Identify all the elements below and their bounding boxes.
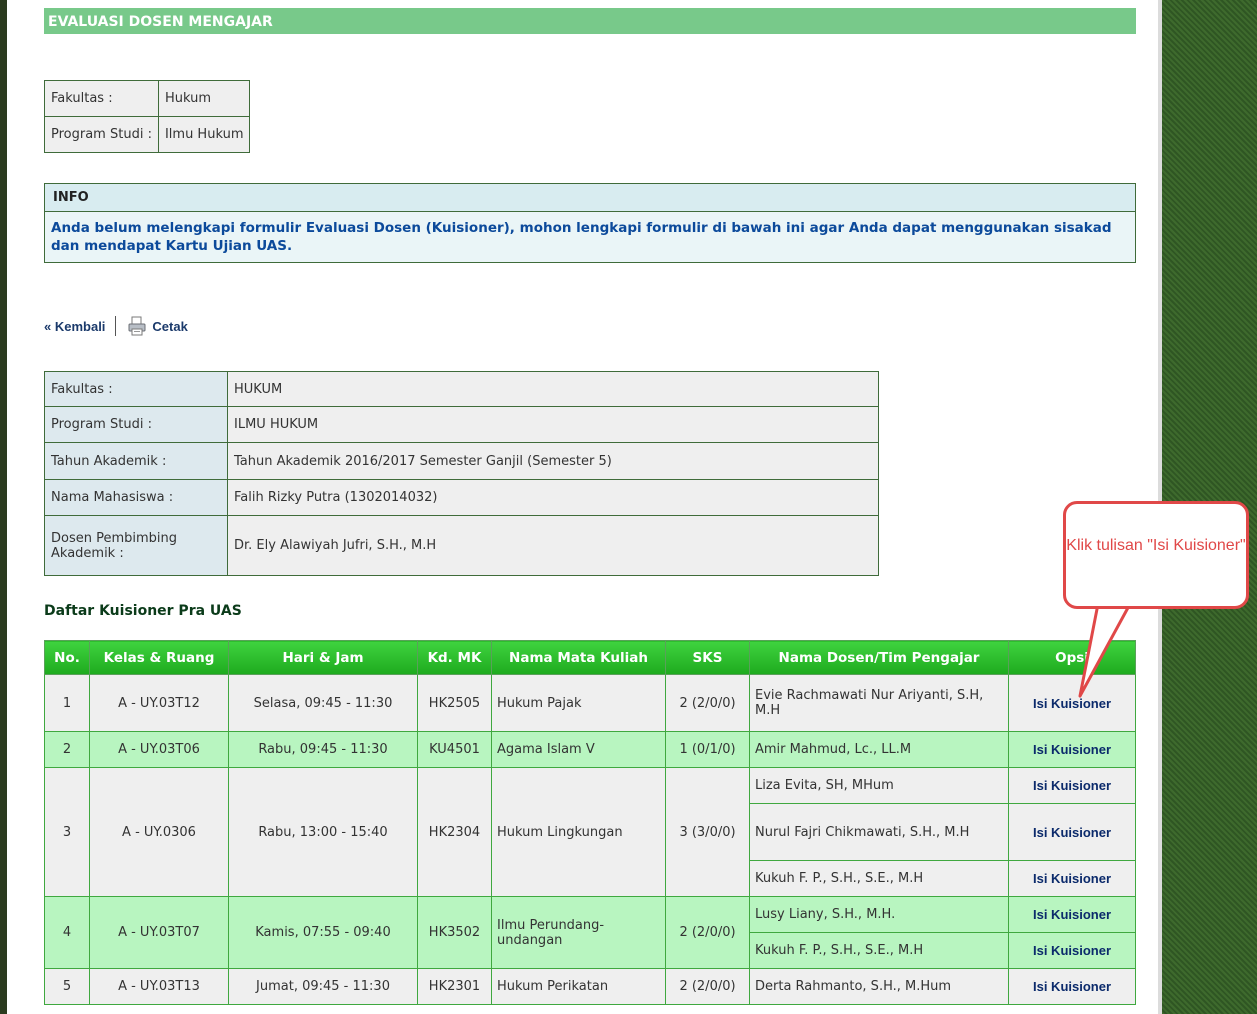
cell-sks: 2 (2/0/0) bbox=[665, 674, 750, 732]
cell-sks: 2 (2/0/0) bbox=[665, 896, 750, 969]
cell-mk: Hukum Pajak bbox=[491, 674, 666, 732]
detail-nama-value: Falih Rizky Putra (1302014032) bbox=[227, 479, 879, 516]
cell-kd: KU4501 bbox=[417, 731, 492, 768]
table-row: 5 A - UY.03T13 Jumat, 09:45 - 11:30 HK23… bbox=[44, 968, 1136, 1005]
cell-mk: Ilmu Perundang-undangan bbox=[491, 896, 666, 969]
cell-hari: Kamis, 07:55 - 09:40 bbox=[228, 896, 418, 969]
cell-sks: 2 (2/0/0) bbox=[665, 968, 750, 1005]
detail-prodi-label: Program Studi : bbox=[44, 406, 228, 443]
questionnaire-table: No. Kelas & Ruang Hari & Jam Kd. MK Nama… bbox=[44, 640, 1136, 1005]
cell-dosen: Amir Mahmud, Lc., LL.M bbox=[749, 731, 1009, 768]
isi-kuisioner-link[interactable]: Isi Kuisioner bbox=[1008, 968, 1136, 1005]
cell-mk: Hukum Perikatan bbox=[491, 968, 666, 1005]
cell-kd: HK2301 bbox=[417, 968, 492, 1005]
col-kd: Kd. MK bbox=[417, 640, 492, 675]
table-row: 1 A - UY.03T12 Selasa, 09:45 - 11:30 HK2… bbox=[44, 674, 1136, 732]
cell-hari: Selasa, 09:45 - 11:30 bbox=[228, 674, 418, 732]
cell-dosen: Derta Rahmanto, S.H., M.Hum bbox=[749, 968, 1009, 1005]
cell-kelas: A - UY.03T07 bbox=[89, 896, 229, 969]
info-message: Anda belum melengkapi formulir Evaluasi … bbox=[45, 212, 1135, 262]
col-dosen: Nama Dosen/Tim Pengajar bbox=[749, 640, 1009, 675]
student-detail-table: Fakultas : HUKUM Program Studi : ILMU HU… bbox=[44, 371, 879, 576]
cell-no: 4 bbox=[44, 896, 90, 969]
detail-nama-label: Nama Mahasiswa : bbox=[44, 479, 228, 516]
cell-dosen: Lusy Liany, S.H., M.H. bbox=[749, 896, 1009, 933]
table-row: 2 A - UY.03T06 Rabu, 09:45 - 11:30 KU450… bbox=[44, 731, 1136, 768]
print-link[interactable]: Cetak bbox=[152, 319, 187, 334]
left-border bbox=[0, 0, 7, 1014]
page-title: EVALUASI DOSEN MENGAJAR bbox=[44, 8, 1136, 34]
nav-links: « Kembali Cetak bbox=[44, 314, 188, 338]
fakultas-label: Fakultas : bbox=[44, 80, 159, 117]
cell-hari: Jumat, 09:45 - 11:30 bbox=[228, 968, 418, 1005]
instruction-callout: Klik tulisan "Isi Kuisioner" bbox=[1063, 501, 1249, 609]
isi-kuisioner-link[interactable]: Isi Kuisioner bbox=[1008, 731, 1136, 768]
list-title: Daftar Kuisioner Pra UAS bbox=[44, 603, 242, 619]
cell-kelas: A - UY.0306 bbox=[89, 767, 229, 897]
cell-kd: HK2304 bbox=[417, 767, 492, 897]
detail-dosen-value: Dr. Ely Alawiyah Jufri, S.H., M.H bbox=[227, 515, 879, 576]
cell-no: 2 bbox=[44, 731, 90, 768]
isi-kuisioner-link[interactable]: Isi Kuisioner bbox=[1008, 803, 1136, 861]
info-box: INFO Anda belum melengkapi formulir Eval… bbox=[44, 183, 1136, 263]
col-kelas: Kelas & Ruang bbox=[89, 640, 229, 675]
back-link[interactable]: « Kembali bbox=[44, 319, 105, 334]
prodi-value: Ilmu Hukum bbox=[157, 116, 251, 153]
col-sks: SKS bbox=[665, 640, 750, 675]
cell-kelas: A - UY.03T13 bbox=[89, 968, 229, 1005]
col-mk: Nama Mata Kuliah bbox=[491, 640, 666, 675]
cell-no: 3 bbox=[44, 767, 90, 897]
cell-sks: 3 (3/0/0) bbox=[665, 767, 750, 897]
cell-hari: Rabu, 09:45 - 11:30 bbox=[228, 731, 418, 768]
cell-mk: Agama Islam V bbox=[491, 731, 666, 768]
cell-kd: HK2505 bbox=[417, 674, 492, 732]
detail-fakultas-label: Fakultas : bbox=[44, 371, 228, 407]
cell-kelas: A - UY.03T12 bbox=[89, 674, 229, 732]
cell-dosen: Liza Evita, SH, MHum bbox=[749, 767, 1009, 804]
fakultas-value: Hukum bbox=[157, 80, 251, 117]
table-row: 4 A - UY.03T07 Kamis, 07:55 - 09:40 HK35… bbox=[44, 896, 1136, 969]
cell-kd: HK3502 bbox=[417, 896, 492, 969]
prodi-label: Program Studi : bbox=[44, 116, 159, 153]
isi-kuisioner-link[interactable]: Isi Kuisioner bbox=[1008, 896, 1136, 933]
detail-fakultas-value: HUKUM bbox=[227, 371, 879, 407]
detail-tahun-label: Tahun Akademik : bbox=[44, 442, 228, 480]
faculty-info-table: Fakultas : Hukum Program Studi : Ilmu Hu… bbox=[44, 80, 251, 153]
isi-kuisioner-link[interactable]: Isi Kuisioner bbox=[1008, 932, 1136, 969]
isi-kuisioner-link[interactable]: Isi Kuisioner bbox=[1008, 860, 1136, 897]
cell-sks: 1 (0/1/0) bbox=[665, 731, 750, 768]
cell-no: 1 bbox=[44, 674, 90, 732]
callout-pointer bbox=[1078, 602, 1132, 698]
cell-mk: Hukum Lingkungan bbox=[491, 767, 666, 897]
detail-tahun-value: Tahun Akademik 2016/2017 Semester Ganjil… bbox=[227, 442, 879, 480]
cell-dosen: Kukuh F. P., S.H., S.E., M.H bbox=[749, 932, 1009, 969]
cell-no: 5 bbox=[44, 968, 90, 1005]
detail-prodi-value: ILMU HUKUM bbox=[227, 406, 879, 443]
cell-hari: Rabu, 13:00 - 15:40 bbox=[228, 767, 418, 897]
cell-dosen: Nurul Fajri Chikmawati, S.H., M.H bbox=[749, 803, 1009, 861]
cell-dosen: Kukuh F. P., S.H., S.E., M.H bbox=[749, 860, 1009, 897]
info-title: INFO bbox=[45, 184, 1135, 212]
cell-dosen: Evie Rachmawati Nur Ariyanti, S.H, M.H bbox=[749, 674, 1009, 732]
col-no: No. bbox=[44, 640, 90, 675]
cell-kelas: A - UY.03T06 bbox=[89, 731, 229, 768]
table-row: 3 A - UY.0306 Rabu, 13:00 - 15:40 HK2304… bbox=[44, 767, 1136, 897]
printer-icon[interactable] bbox=[128, 316, 146, 336]
isi-kuisioner-link[interactable]: Isi Kuisioner bbox=[1008, 767, 1136, 804]
col-hari: Hari & Jam bbox=[228, 640, 418, 675]
nav-separator bbox=[115, 316, 117, 336]
detail-dosen-label: Dosen Pembimbing Akademik : bbox=[44, 515, 228, 576]
